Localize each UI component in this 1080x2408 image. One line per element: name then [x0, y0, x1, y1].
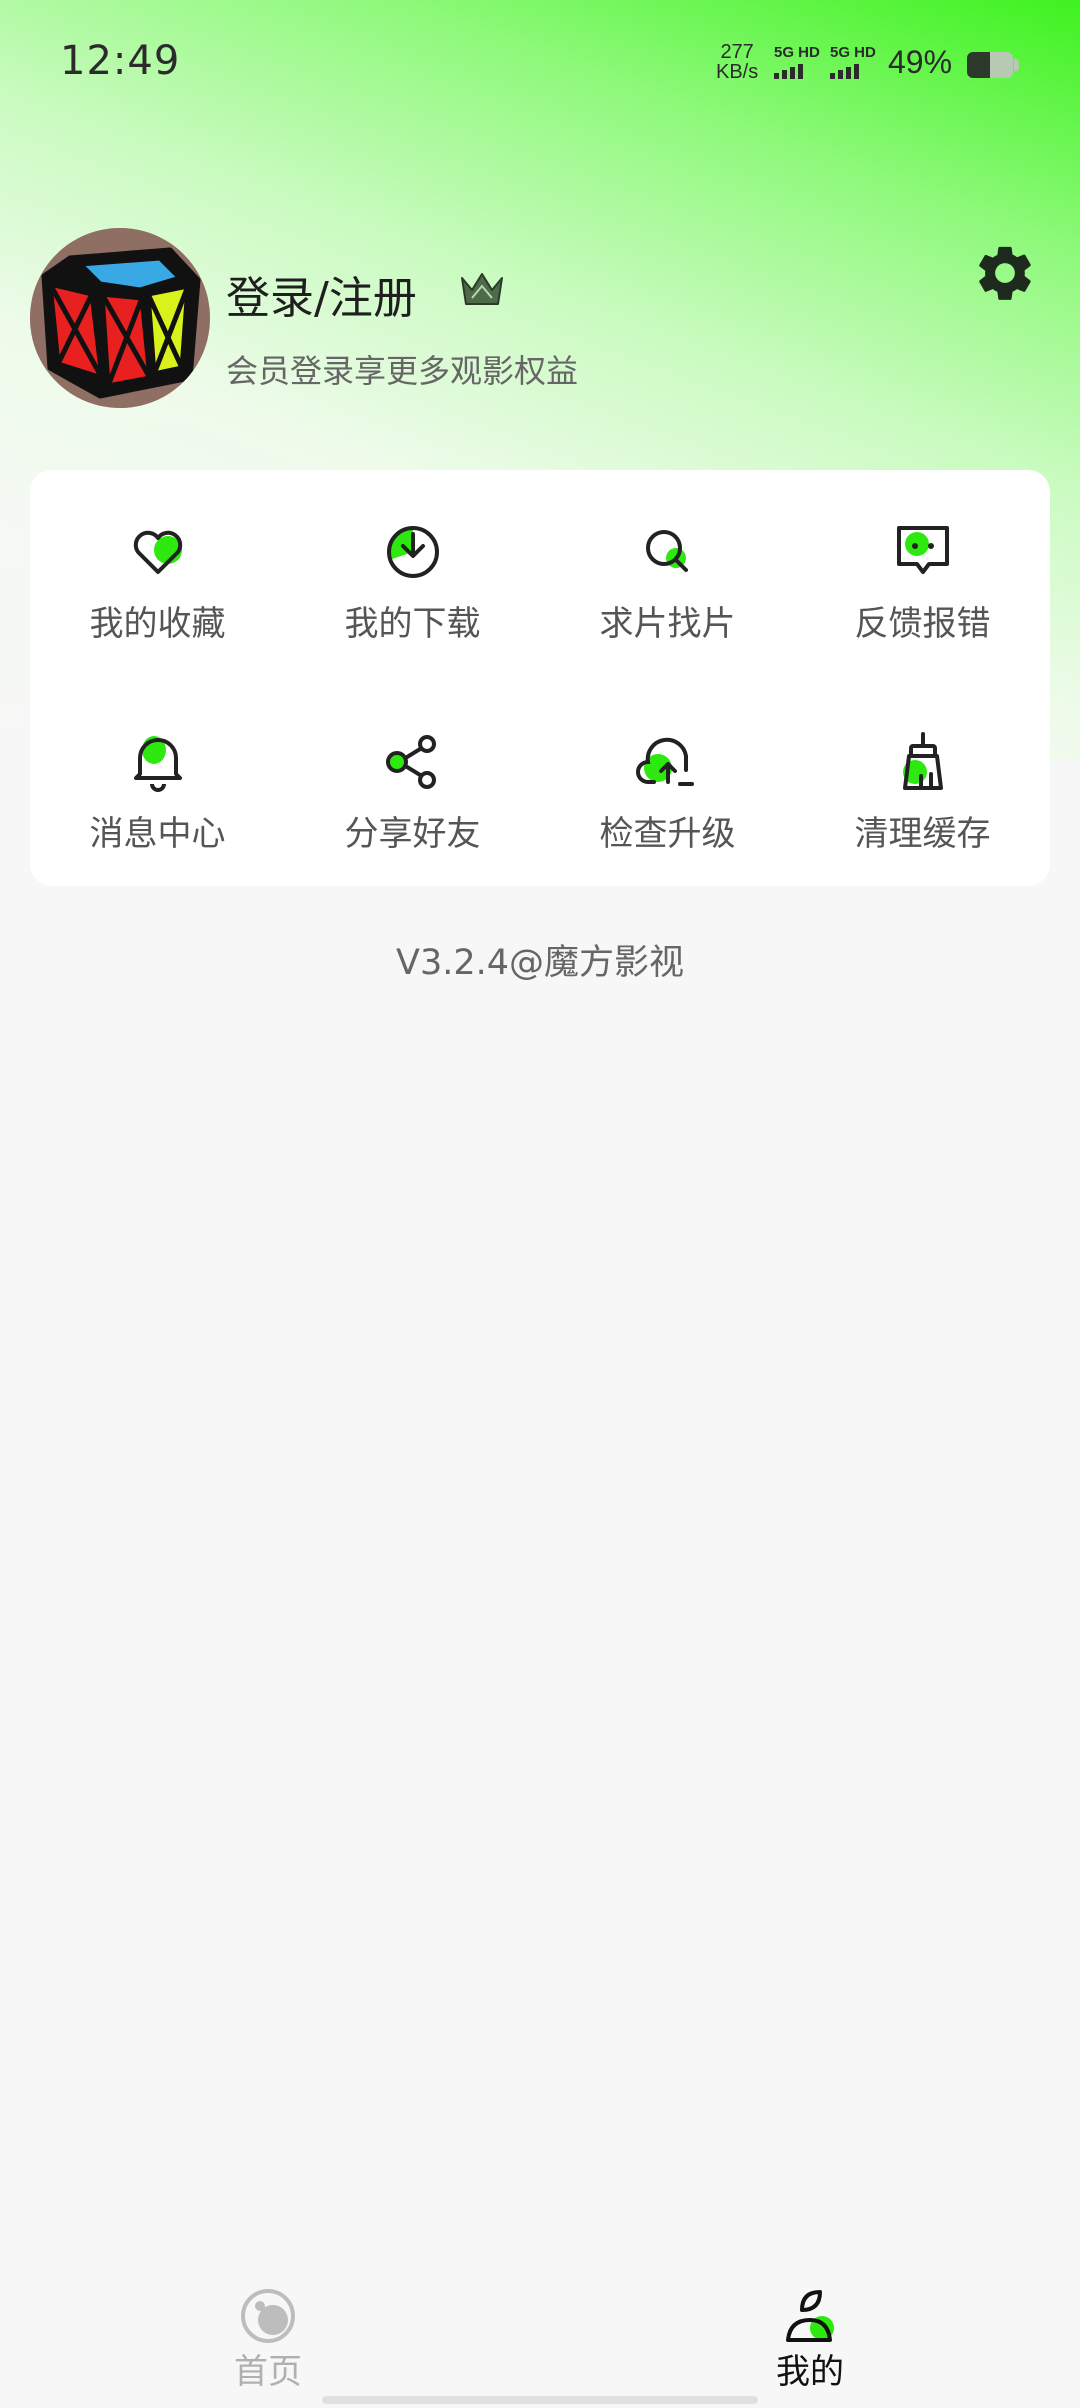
- grid-item-update[interactable]: 检查升级: [540, 680, 795, 880]
- grid-item-feedback[interactable]: 反馈报错: [795, 470, 1050, 670]
- network-speed: 277 KB/s: [716, 41, 759, 83]
- download-icon: [381, 520, 445, 584]
- home-icon: [240, 2288, 296, 2344]
- grid-item-cache[interactable]: 清理缓存: [795, 680, 1050, 880]
- grid-item-messages[interactable]: 消息中心: [30, 680, 285, 880]
- grid-item-share[interactable]: 分享好友: [285, 680, 540, 880]
- grid-label: 反馈报错: [854, 604, 991, 644]
- login-register-link[interactable]: 登录/注册: [226, 262, 417, 326]
- grid-item-request[interactable]: 求片找片: [540, 470, 795, 670]
- home-indicator: [322, 2396, 758, 2404]
- status-time: 12:49: [60, 38, 181, 84]
- tab-mine-label: 我的: [776, 2352, 844, 2392]
- status-bar: 12:49 277 KB/s 5G HD 5G HD 49%: [0, 0, 1080, 126]
- tab-mine[interactable]: 我的: [710, 2268, 910, 2392]
- user-icon: [782, 2288, 838, 2344]
- signal-sim2-icon: 5G HD: [830, 44, 884, 80]
- gear-icon[interactable]: [972, 240, 1038, 306]
- version-text: V3.2.4@魔方影视: [396, 943, 684, 983]
- search-icon: [636, 520, 700, 584]
- signal-sim1-icon: 5G HD: [774, 44, 828, 80]
- avatar[interactable]: [30, 228, 210, 408]
- tab-home-label: 首页: [234, 2352, 302, 2392]
- battery-icon: [967, 52, 1013, 78]
- grid-label: 检查升级: [599, 814, 736, 854]
- features-card: 我的收藏 我的下载 求片找片 反馈报错 消息中心 分享好友 检查升级 清理缓存: [30, 470, 1050, 886]
- heart-icon: [126, 520, 190, 584]
- grid-label: 求片找片: [599, 604, 736, 644]
- grid-label: 清理缓存: [854, 814, 991, 854]
- tab-home[interactable]: 首页: [168, 2268, 368, 2392]
- message-icon: [891, 520, 955, 584]
- battery-cap: [1014, 59, 1019, 71]
- grid-label: 我的收藏: [89, 604, 226, 644]
- grid-label: 分享好友: [344, 814, 481, 854]
- battery-percent: 49%: [888, 44, 953, 80]
- login-subtitle: 会员登录享更多观影权益: [226, 352, 579, 390]
- grid-label: 我的下载: [344, 604, 481, 644]
- crown-icon: [458, 268, 506, 310]
- grid-item-favorites[interactable]: 我的收藏: [30, 470, 285, 670]
- grid-label: 消息中心: [89, 814, 226, 854]
- share-icon: [381, 730, 445, 794]
- bell-icon: [126, 730, 190, 794]
- grid-item-downloads[interactable]: 我的下载: [285, 470, 540, 670]
- cloud-upload-icon: [636, 730, 700, 794]
- bottom-nav: 首页 我的: [0, 2268, 1080, 2408]
- broom-icon: [891, 730, 955, 794]
